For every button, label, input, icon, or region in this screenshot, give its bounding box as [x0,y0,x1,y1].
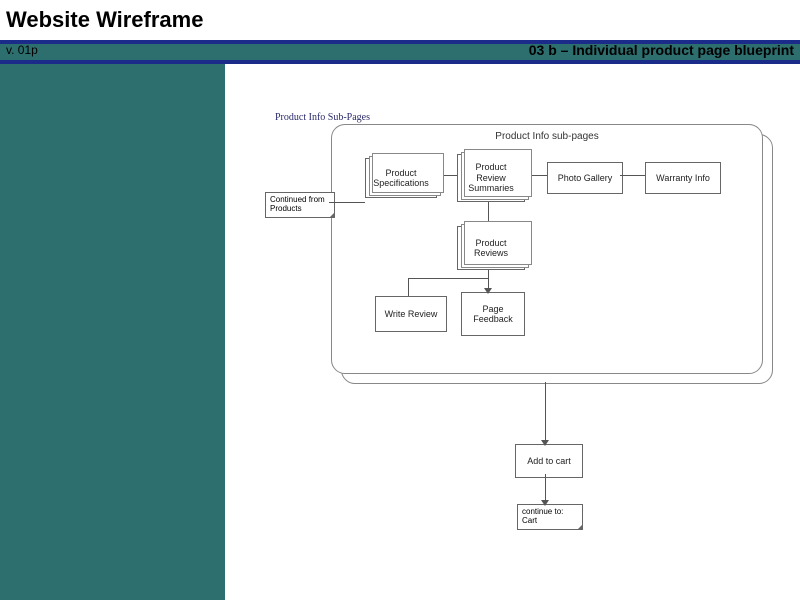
connector [620,175,645,176]
label-continue-cart: continue to: Cart [522,507,563,525]
box-product-reviews: Product Reviews [457,226,525,270]
box-write-review: Write Review [375,296,447,332]
connector [329,202,365,203]
continued-from-tag: Continued from Products [265,192,335,218]
arrow-down-icon [541,440,549,446]
header-subbar: v. 01p 03 b – Individual product page bl… [0,40,800,60]
label-write-review: Write Review [385,309,438,319]
continued-from-text: Continued from Products [270,195,325,213]
box-photo-gallery: Photo Gallery [547,162,623,194]
label-photo-gallery: Photo Gallery [558,173,613,183]
body: Product Info Sub-Pages Product Info sub-… [0,64,800,600]
sidebar [0,64,225,600]
connector [545,474,546,502]
box-warranty-info: Warranty Info [645,162,721,194]
box-add-to-cart: Add to cart [515,444,583,478]
label-page-feedback: Page Feedback [473,304,513,325]
connector [408,278,488,279]
panel-title: Product Info sub-pages [332,131,762,142]
label-warranty: Warranty Info [656,173,710,183]
label-add-to-cart: Add to cart [527,456,571,466]
section-label: Product Info Sub-Pages [275,112,370,123]
version-label: v. 01p [6,43,38,57]
continue-to-cart-tag: continue to: Cart [517,504,583,530]
arrow-down-icon [484,288,492,294]
connector [545,382,546,442]
box-review-summaries: Product Review Summaries [457,154,525,202]
doc-title: Website Wireframe [6,7,203,33]
box-product-specs: Product Specifications [365,158,437,198]
label-product-reviews: Product Reviews [474,238,508,259]
header-bar: Website Wireframe v. 01p 03 b – Individu… [0,0,800,64]
box-page-feedback: Page Feedback [461,292,525,336]
page-label: 03 b – Individual product page blueprint [529,42,794,58]
header-inner: Website Wireframe [0,0,800,44]
diagram-canvas: Product Info Sub-Pages Product Info sub-… [225,64,800,600]
arrow-down-icon [541,500,549,506]
connector [408,278,409,296]
label-review-summaries: Product Review Summaries [468,162,514,193]
label-specs: Product Specifications [373,168,429,189]
